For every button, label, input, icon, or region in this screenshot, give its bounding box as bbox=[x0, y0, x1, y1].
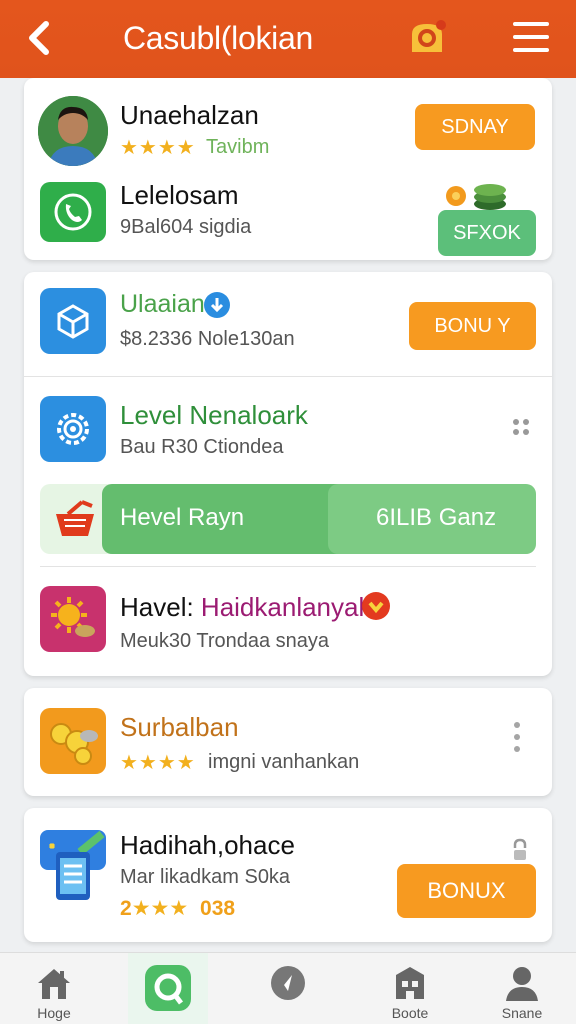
promo-banner[interactable]: Hevel Rayn 6ILIB Ganz bbox=[40, 484, 536, 554]
item2-subtitle: Bau R30 Ctiondea bbox=[120, 436, 284, 458]
banner-left-label: Hevel Rayn bbox=[120, 504, 245, 531]
app-name: Lelelosam bbox=[120, 180, 239, 210]
compass-icon bbox=[271, 966, 305, 1000]
download-badge-icon bbox=[204, 292, 230, 318]
surbalban-name: Surbalban bbox=[120, 712, 239, 742]
surbalban-subtitle: imgni vanhankan bbox=[208, 751, 360, 773]
item3-name-prefix: Havel: bbox=[120, 592, 201, 622]
sun-coin-icon bbox=[40, 586, 106, 652]
vertical-more-icon[interactable] bbox=[514, 722, 534, 752]
coins-icon bbox=[40, 708, 106, 774]
rating-stars: ★★★ bbox=[131, 897, 189, 920]
heart-badge-icon bbox=[362, 592, 390, 620]
bonu-y-button[interactable]: BONU Y bbox=[409, 302, 536, 350]
coin-stack-icon bbox=[442, 178, 510, 212]
sdnay-button[interactable]: SDNAY bbox=[415, 104, 535, 150]
rating-stars: ★★★★ bbox=[120, 137, 196, 159]
store-icon bbox=[396, 967, 424, 999]
rating-stars: ★★★★ bbox=[120, 752, 196, 774]
hadihah-subtitle: Mar likadkam S0ka bbox=[120, 866, 291, 888]
hadihah-name: Hadihah,ohace bbox=[120, 830, 295, 860]
sfxok-button[interactable]: SFXOK bbox=[438, 210, 536, 256]
avatar[interactable] bbox=[38, 96, 108, 166]
nav-compass[interactable] bbox=[240, 953, 336, 1024]
app-list-card: Ulaaian $8.2336 Nole130an BONU Y Level N… bbox=[24, 272, 552, 676]
item2-name: Level Nenaloark bbox=[120, 400, 308, 430]
app-subtitle: 9Bal604 sigdia bbox=[120, 216, 252, 238]
item1-subtitle: $8.2336 Nole130an bbox=[120, 328, 295, 350]
surbalban-card: Surbalban ★★★★ imgni vanhankan bbox=[24, 688, 552, 796]
more-icon[interactable] bbox=[512, 418, 530, 436]
nav-store-label: Boote bbox=[391, 1005, 429, 1021]
item1-name: Ulaaian bbox=[120, 290, 205, 318]
home-icon bbox=[38, 969, 70, 999]
item3-name: Havel: Haidkanlanyal bbox=[120, 592, 364, 623]
lock-icon bbox=[512, 838, 528, 862]
item3-name-highlight: Haidkanlanyal bbox=[200, 592, 365, 622]
top-app-bar: Casubl(lokian bbox=[0, 0, 576, 78]
nav-home-label: Hoge bbox=[37, 1005, 71, 1021]
bottom-navigation: Hoge Boote Snane bbox=[0, 952, 576, 1024]
hadihah-rating: 2★★★ 038 bbox=[120, 896, 235, 921]
cube-icon bbox=[40, 288, 106, 354]
gear-icon bbox=[40, 396, 106, 462]
profile-name: Unaehalzan bbox=[120, 100, 259, 130]
profile-icon bbox=[506, 967, 538, 1001]
nav-search-chat[interactable] bbox=[128, 953, 208, 1024]
search-chat-icon bbox=[145, 965, 191, 1011]
nav-home[interactable]: Hoge bbox=[6, 953, 102, 1024]
rating-number: 2 bbox=[120, 897, 132, 920]
divider bbox=[40, 566, 536, 567]
hamburger-menu-icon[interactable] bbox=[513, 22, 549, 54]
nav-store[interactable]: Boote bbox=[362, 953, 458, 1024]
phone-app-icon bbox=[40, 830, 106, 902]
divider bbox=[24, 376, 552, 377]
nav-profile-label: Snane bbox=[501, 1005, 543, 1021]
profile-card: Unaehalzan ★★★★ Tavibm SDNAY Lelelosam 9… bbox=[24, 78, 552, 260]
bell-badge-icon[interactable] bbox=[404, 16, 450, 62]
item3-subtitle: Meuk30 Trondaa snaya bbox=[120, 630, 330, 652]
basket-icon bbox=[52, 498, 98, 540]
rating-label: Tavibm bbox=[206, 136, 270, 158]
hadihah-card: Hadihah,ohace Mar likadkam S0ka 2★★★ 038… bbox=[24, 808, 552, 942]
bonux-button[interactable]: BONUX bbox=[397, 864, 536, 918]
phone-icon bbox=[40, 182, 106, 242]
page-title: Casubl(lokian bbox=[123, 20, 313, 56]
chevron-left-icon[interactable] bbox=[22, 16, 62, 60]
nav-profile[interactable]: Snane bbox=[474, 953, 570, 1024]
banner-right-label: 6ILIB Ganz bbox=[376, 504, 497, 531]
rating-value: 038 bbox=[200, 897, 236, 920]
